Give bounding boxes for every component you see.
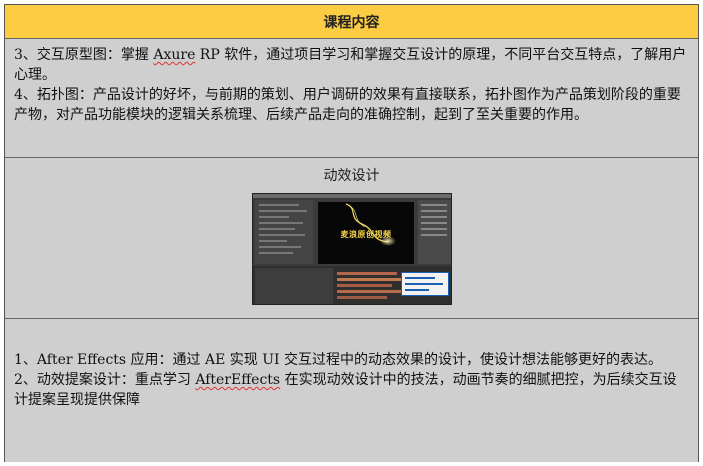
table-header: 课程内容 bbox=[5, 5, 698, 39]
ae-project-panel bbox=[255, 200, 313, 264]
item-3-prefix: 3、交互原型图：掌握 bbox=[14, 47, 154, 63]
section-motion-design: 动效设计 麦浪原创视频 bbox=[5, 158, 698, 319]
header-title: 课程内容 bbox=[323, 14, 380, 31]
ae-layer-list bbox=[255, 268, 333, 304]
section2-title: 动效设计 bbox=[323, 168, 380, 184]
ae-menubar bbox=[253, 194, 451, 198]
ae-effects-panel bbox=[418, 200, 451, 264]
ae-composition-viewer: 麦浪原创视频 bbox=[318, 202, 414, 264]
item-2-aftereffects-word: AfterEffects bbox=[195, 372, 281, 388]
item-3-axure-word: Axure bbox=[153, 47, 196, 63]
item-1-text: 1、After Effects 应用：通过 AE 实现 UI 交互过程中的动态效… bbox=[14, 352, 663, 368]
item-4-text: 4、拓扑图：产品设计的好坏，与前期的策划、用户调研的效果有直接联系，拓扑图作为产… bbox=[14, 87, 681, 123]
section1-text: 3、交互原型图：掌握 Axure RP 软件，通过项目学习和掌握交互设计的原理，… bbox=[14, 45, 690, 125]
section3-text: 1、After Effects 应用：通过 AE 实现 UI 交互过程中的动态效… bbox=[14, 350, 690, 410]
after-effects-screenshot: 麦浪原创视频 bbox=[252, 193, 452, 305]
item-2-prefix: 2、动效提案设计：重点学习 bbox=[14, 372, 196, 388]
video-title-text: 麦浪原创视频 bbox=[340, 229, 392, 239]
section-after-effects: 1、After Effects 应用：通过 AE 实现 UI 交互过程中的动态效… bbox=[5, 319, 698, 462]
ae-dialog-box bbox=[401, 272, 449, 296]
course-content-table: 课程内容 3、交互原型图：掌握 Axure RP 软件，通过项目学习和掌握交互设… bbox=[4, 4, 699, 462]
section-prototype-topology: 3、交互原型图：掌握 Axure RP 软件，通过项目学习和掌握交互设计的原理，… bbox=[5, 39, 698, 158]
